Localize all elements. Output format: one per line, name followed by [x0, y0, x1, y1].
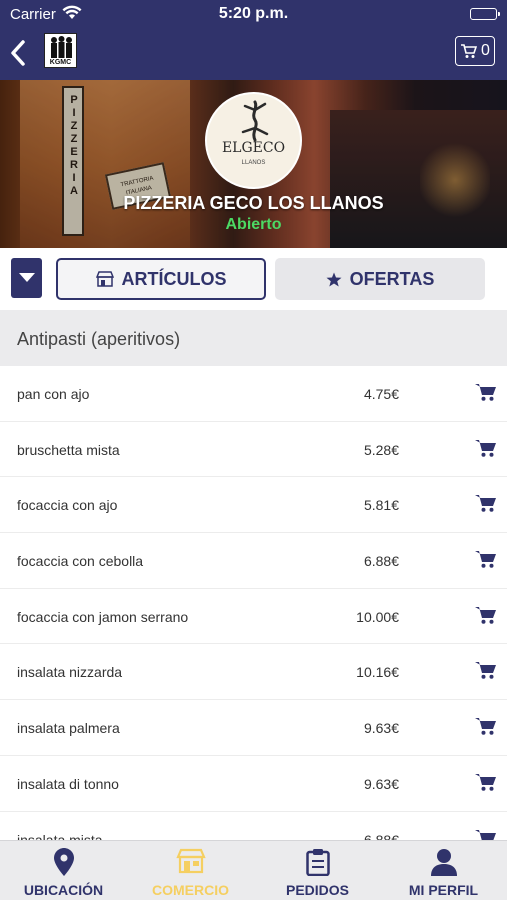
nav-ubicacion-label: UBICACIÓN: [23, 882, 104, 898]
item-name: bruschetta mista: [17, 441, 120, 458]
nav-mi-perfil-label: MI PERFIL: [408, 882, 479, 898]
item-price: 10.00€: [356, 608, 399, 625]
category-title: Antipasti (aperitivos): [17, 329, 181, 349]
add-to-cart-icon[interactable]: [475, 716, 497, 741]
star-icon: [326, 272, 342, 287]
add-to-cart-icon[interactable]: [475, 605, 497, 630]
cart-button[interactable]: 0: [455, 36, 495, 66]
clipboard-icon: [254, 848, 381, 881]
nav-pedidos[interactable]: PEDIDOS: [254, 841, 381, 900]
store-logo-badge: ELGECO LLANOS: [205, 92, 302, 189]
list-item[interactable]: insalata mista 6.88€: [0, 812, 507, 841]
back-button[interactable]: [8, 38, 30, 68]
add-to-cart-icon[interactable]: [475, 828, 497, 840]
store-status: Abierto: [225, 216, 282, 233]
item-price: 10.16€: [356, 664, 399, 681]
gecko-icon: [241, 100, 269, 142]
item-name: focaccia con cebolla: [17, 553, 144, 570]
add-to-cart-icon[interactable]: [475, 772, 497, 797]
store-icon: [95, 271, 114, 287]
location-pin-icon: [0, 848, 127, 881]
nav-comercio[interactable]: COMERCIO: [127, 841, 254, 900]
item-price: 5.28€: [363, 441, 399, 458]
list-item[interactable]: insalata di tonno 9.63€: [0, 756, 507, 812]
item-price: 4.75€: [363, 386, 399, 402]
store-icon: [127, 848, 254, 879]
list-item[interactable]: insalata palmera 9.63€: [0, 700, 507, 756]
badge-name: ELGECO: [221, 140, 286, 156]
item-price: 9.63€: [363, 720, 399, 737]
add-to-cart-icon[interactable]: [475, 382, 497, 407]
tab-articulos[interactable]: ARTÍCULOS: [56, 258, 266, 300]
tab-articulos-label: ARTÍCULOS: [121, 268, 227, 289]
battery-icon: [470, 8, 500, 20]
list-item[interactable]: insalata nizzarda 10.16€: [0, 644, 507, 701]
add-to-cart-icon[interactable]: [475, 438, 497, 463]
add-to-cart-icon[interactable]: [475, 549, 497, 574]
item-name: insalata mista: [17, 831, 103, 841]
user-icon: [380, 848, 507, 881]
item-name: insalata nizzarda: [17, 664, 123, 681]
item-name: insalata di tonno: [17, 775, 119, 792]
nav-pedidos-label: PEDIDOS: [285, 882, 349, 898]
store-name: PIZZERIA GECO LOS LLANOS: [123, 193, 384, 213]
category-header: Antipasti (aperitivos): [0, 310, 507, 366]
nav-comercio-label: COMERCIO: [152, 882, 229, 898]
item-name: pan con ajo: [17, 386, 90, 402]
chevron-left-icon: [11, 40, 25, 66]
store-banner: PIZZERIA TRATTORIA ITALIANA ELGECO LLANO…: [0, 80, 507, 248]
top-bar: Carrier 5:20 p.m. KGMC 0: [0, 0, 507, 80]
brand-logo: KGMC: [44, 33, 77, 68]
list-item[interactable]: focaccia con jamon serrano 10.00€: [0, 589, 507, 645]
tab-ofertas-label: OFERTAS: [349, 268, 435, 289]
item-name: focaccia con ajo: [17, 497, 118, 514]
cart-icon: [461, 44, 477, 58]
list-item[interactable]: bruschetta mista 5.28€: [0, 422, 507, 478]
logo-text: KGMC: [49, 59, 72, 66]
product-list: pan con ajo 4.75€ bruschetta mista 5.28€…: [0, 366, 507, 840]
item-price: 6.88€: [363, 553, 399, 570]
category-dropdown-button[interactable]: [11, 258, 42, 298]
cart-count: 0: [481, 42, 490, 59]
bottom-nav: UBICACIÓN COMERCIO PEDIDOS MI PERFIL: [0, 840, 507, 900]
tab-ofertas[interactable]: OFERTAS: [275, 258, 485, 300]
list-item[interactable]: focaccia con cebolla 6.88€: [0, 533, 507, 589]
list-item[interactable]: focaccia con ajo 5.81€: [0, 477, 507, 534]
add-to-cart-icon[interactable]: [475, 660, 497, 685]
item-name: insalata palmera: [17, 720, 120, 737]
tabs-row: ARTÍCULOS OFERTAS: [0, 248, 507, 310]
item-price: 6.88€: [363, 831, 399, 841]
item-price: 5.81€: [363, 497, 399, 514]
nav-ubicacion[interactable]: UBICACIÓN: [0, 841, 127, 900]
item-name: focaccia con jamon serrano: [17, 608, 189, 625]
people-silhouette-icon: [51, 36, 72, 58]
add-to-cart-icon[interactable]: [475, 493, 497, 518]
list-item[interactable]: pan con ajo 4.75€: [0, 366, 507, 422]
nav-mi-perfil[interactable]: MI PERFIL: [380, 841, 507, 900]
badge-sub: LLANOS: [241, 160, 266, 166]
item-price: 9.63€: [363, 775, 399, 792]
status-time: 5:20 p.m.: [218, 5, 289, 22]
status-bar: Carrier 5:20 p.m.: [0, 0, 507, 28]
